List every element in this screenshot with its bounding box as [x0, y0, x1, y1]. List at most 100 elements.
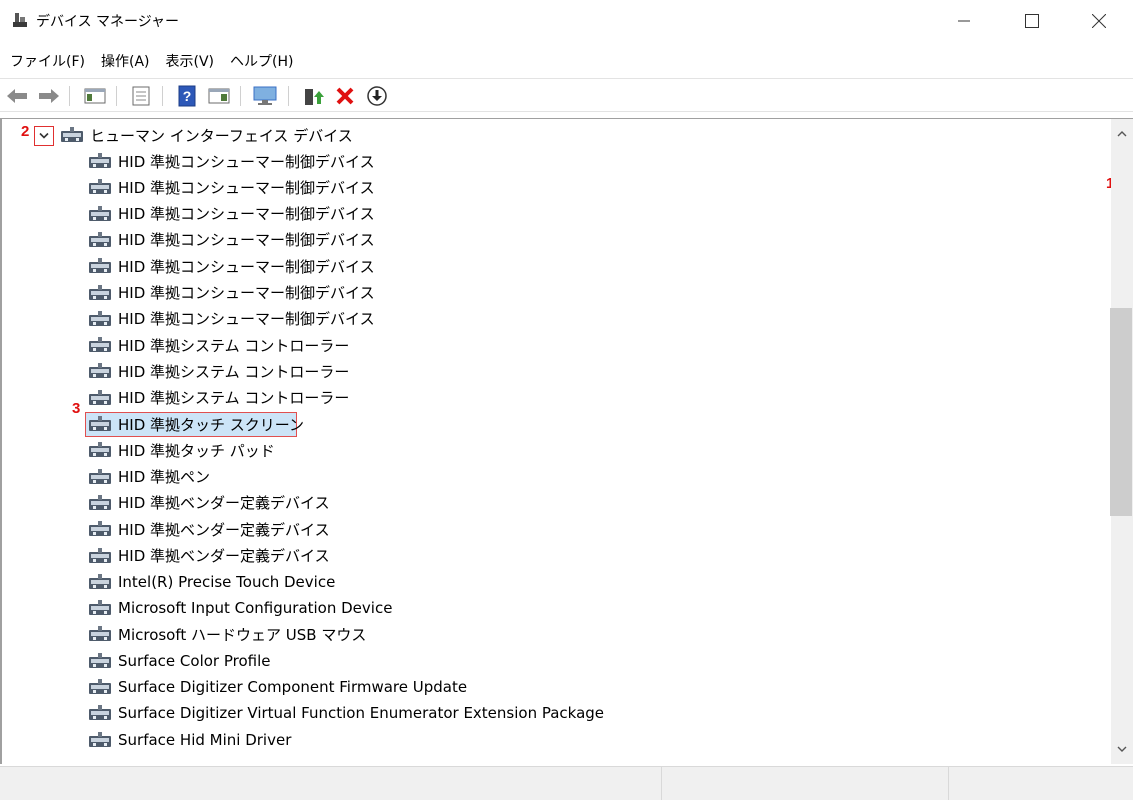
forward-button[interactable]: [36, 83, 62, 109]
device-label: HID 準拠ベンダー定義デバイス: [118, 520, 330, 539]
device-label: HID 準拠タッチ スクリーン: [118, 415, 305, 434]
menu-view[interactable]: 表示(V): [156, 46, 221, 74]
toolbar-separator: [116, 86, 117, 106]
help-icon: ?: [178, 85, 196, 107]
disable-device-button[interactable]: [364, 83, 390, 109]
uninstall-device-button[interactable]: [332, 83, 358, 109]
window-title: デバイス マネージャー: [36, 14, 180, 30]
hid-device-icon: [89, 310, 111, 326]
hid-device-icon: [61, 127, 83, 142]
show-hide-console-tree-button[interactable]: [82, 83, 108, 109]
device-label: HID 準拠コンシューマー制御デバイス: [118, 178, 375, 197]
device-label: HID 準拠タッチ パッド: [118, 441, 275, 460]
tree-device-item[interactable]: HID 準拠コンシューマー制御デバイス: [88, 148, 375, 174]
scan-hardware-button[interactable]: [252, 83, 278, 109]
hid-device-icon: [89, 652, 111, 668]
menu-file[interactable]: ファイル(F): [0, 46, 91, 74]
toolbar-separator: [162, 86, 163, 106]
hid-device-icon: [89, 153, 111, 168]
tree-category-hid[interactable]: ヒューマン インターフェイス デバイス: [60, 122, 353, 148]
hid-device-icon: [89, 416, 111, 431]
forward-arrow-icon: [39, 89, 59, 103]
tree-device-item[interactable]: Surface Digitizer Component Firmware Upd…: [88, 674, 467, 700]
hid-device-icon: [89, 179, 111, 195]
tree-device-item[interactable]: Intel(R) Precise Touch Device: [88, 569, 335, 595]
scroll-down-button[interactable]: [1113, 740, 1131, 758]
toolbar-separator: [69, 86, 70, 106]
tree-device-item[interactable]: Surface Color Profile: [88, 648, 270, 674]
device-label: HID 準拠システム コントローラー: [118, 336, 350, 355]
device-label: Surface Hid Mini Driver: [118, 730, 292, 749]
tree-device-item[interactable]: HID 準拠タッチ スクリーン: [88, 411, 304, 437]
callout-2: 2: [21, 123, 30, 140]
chevron-down-icon: [1117, 746, 1127, 752]
toolbar-separator: [288, 86, 289, 106]
tree-device-item[interactable]: HID 準拠コンシューマー制御デバイス: [88, 201, 375, 227]
hid-device-icon: [89, 573, 111, 589]
device-label: HID 準拠ベンダー定義デバイス: [118, 494, 330, 513]
properties-button[interactable]: [128, 83, 154, 109]
hid-device-icon: [89, 442, 111, 458]
tree-device-item[interactable]: Microsoft Input Configuration Device: [88, 595, 392, 621]
hid-device-icon: [89, 547, 111, 563]
category-label: ヒューマン インターフェイス デバイス: [90, 126, 353, 145]
hid-device-icon: [89, 363, 111, 379]
minimize-button[interactable]: [930, 0, 998, 42]
maximize-button[interactable]: [998, 0, 1066, 42]
close-button[interactable]: [1065, 0, 1133, 42]
monitor-icon: [253, 86, 277, 105]
device-label: HID 準拠コンシューマー制御デバイス: [118, 310, 375, 329]
scroll-up-button[interactable]: [1113, 124, 1131, 142]
help-button[interactable]: ?: [174, 83, 200, 109]
action-icon: [208, 88, 230, 104]
tree-device-item[interactable]: HID 準拠システム コントローラー: [88, 358, 349, 384]
tree-device-item[interactable]: HID 準拠コンシューマー制御デバイス: [88, 227, 375, 253]
hid-device-icon: [89, 284, 111, 300]
back-arrow-icon: [7, 89, 27, 103]
tree-device-item[interactable]: HID 準拠ベンダー定義デバイス: [88, 516, 330, 542]
download-icon: [367, 86, 387, 106]
back-button[interactable]: [4, 83, 30, 109]
tree-device-item[interactable]: Microsoft ハードウェア USB マウス: [88, 621, 366, 647]
hid-device-icon: [89, 231, 111, 247]
hid-device-icon: [89, 258, 111, 274]
device-label: Microsoft ハードウェア USB マウス: [118, 625, 367, 644]
device-label: Surface Digitizer Virtual Function Enume…: [118, 704, 605, 723]
enable-device-icon: [305, 89, 324, 105]
scrollbar-thumb[interactable]: [1110, 308, 1132, 516]
close-icon: [1092, 14, 1106, 28]
console-tree-icon: [84, 88, 106, 104]
status-separator: [661, 767, 662, 800]
tree-device-item[interactable]: Surface Hid Mini Driver: [88, 727, 291, 753]
tree-device-item[interactable]: HID 準拠ペン: [88, 464, 210, 490]
tree-device-item[interactable]: Surface Digitizer Virtual Function Enume…: [88, 700, 604, 726]
hid-device-icon: [89, 494, 111, 510]
tree-device-item[interactable]: HID 準拠コンシューマー制御デバイス: [88, 280, 375, 306]
menu-action[interactable]: 操作(A): [91, 46, 156, 74]
hid-device-icon: [89, 337, 111, 353]
update-driver-button[interactable]: [300, 83, 326, 109]
device-label: HID 準拠ベンダー定義デバイス: [118, 547, 330, 565]
tree-device-item[interactable]: HID 準拠ベンダー定義デバイス: [88, 490, 330, 516]
device-label: Intel(R) Precise Touch Device: [118, 572, 336, 591]
device-label: Surface Color Profile: [118, 651, 271, 670]
category-expander-button[interactable]: [34, 126, 54, 146]
title-bar: デバイス マネージャー: [0, 0, 1133, 42]
action-pane-button[interactable]: [206, 83, 232, 109]
device-manager-icon: [13, 13, 27, 27]
device-label: HID 準拠コンシューマー制御デバイス: [118, 205, 375, 224]
device-label: HID 準拠コンシューマー制御デバイス: [118, 284, 375, 302]
hid-device-icon: [89, 389, 111, 405]
tree-device-item[interactable]: HID 準拠システム コントローラー: [88, 385, 349, 411]
tree-device-item[interactable]: HID 準拠システム コントローラー: [88, 332, 349, 358]
chevron-up-icon: [1117, 130, 1127, 136]
status-bar: [0, 766, 1133, 800]
tree-device-item[interactable]: HID 準拠コンシューマー制御デバイス: [88, 174, 375, 200]
tree-device-item[interactable]: HID 準拠ベンダー定義デバイス: [88, 543, 330, 569]
chevron-down-icon: [39, 132, 49, 139]
menu-help[interactable]: ヘルプ(H): [220, 46, 299, 74]
tree-device-item[interactable]: HID 準拠コンシューマー制御デバイス: [88, 253, 375, 279]
hid-device-icon: [89, 468, 111, 484]
tree-device-item[interactable]: HID 準拠コンシューマー制御デバイス: [88, 306, 375, 332]
tree-device-item[interactable]: HID 準拠タッチ パッド: [88, 437, 275, 463]
